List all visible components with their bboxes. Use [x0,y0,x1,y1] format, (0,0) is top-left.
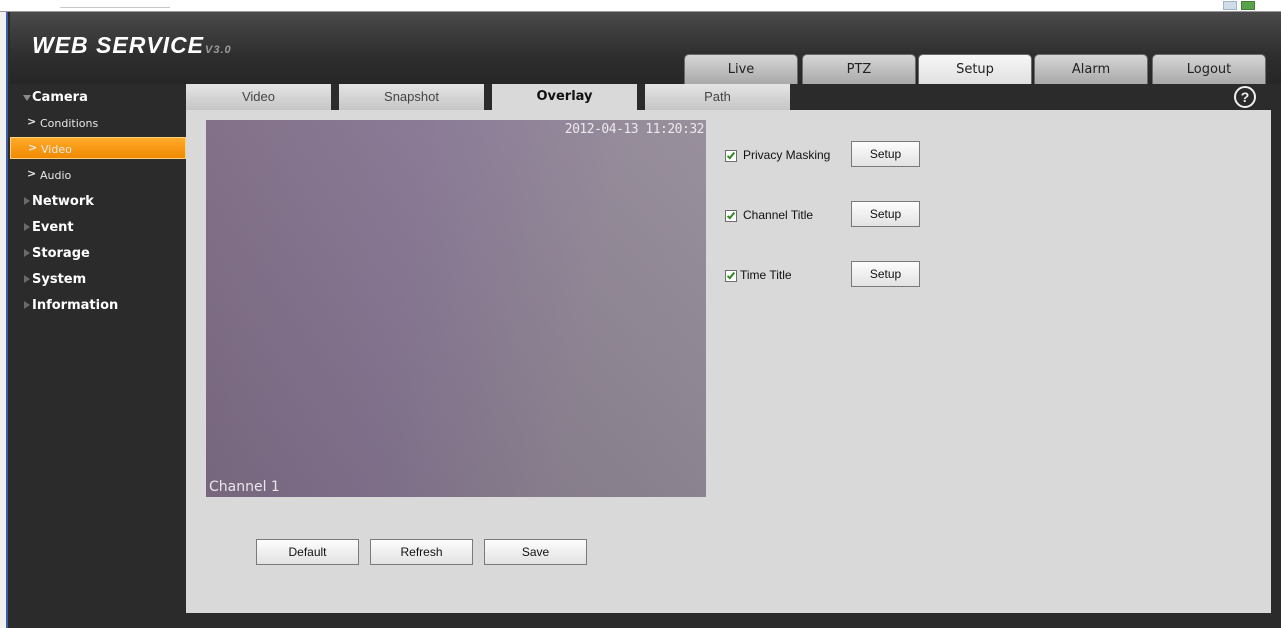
sidebar-item-storage[interactable]: Storage [10,242,186,264]
preview-image [206,120,706,497]
sidebar-item-label: Conditions [40,117,99,130]
sidebar-item-label: Storage [32,246,90,261]
sidebar-item-event[interactable]: Event [10,216,186,238]
chevron-right-icon: > [27,115,37,128]
preview-timestamp: 2012-04-13 11:20:32 [564,122,705,137]
privacy-masking-setup-button[interactable]: Setup [851,141,920,167]
sidebar-item-label: Camera [32,90,88,105]
sidebar-item-conditions[interactable]: > Conditions [10,112,186,134]
subtab-video[interactable]: Video [186,84,331,110]
channel-title-setup-button[interactable]: Setup [851,201,920,227]
browser-status-icon[interactable] [1241,1,1255,10]
sidebar-item-camera[interactable]: Camera [10,86,186,108]
privacy-masking-label: Privacy Masking [743,148,831,162]
privacy-masking-checkbox[interactable] [725,150,737,162]
app-version: V3.0 [205,44,232,56]
window-left-border [0,12,8,628]
refresh-button[interactable]: Refresh [370,539,473,565]
time-title-setup-button[interactable]: Setup [851,261,920,287]
time-title-checkbox[interactable] [725,270,737,282]
tab-logout[interactable]: Logout [1152,54,1266,84]
header: WEB SERVICEV3.0 Live PTZ Setup Alarm Log… [10,12,1281,84]
collapsed-arrow-icon [24,197,30,205]
check-icon [726,270,736,280]
save-button[interactable]: Save [484,539,587,565]
sidebar-item-label: Network [32,194,94,209]
sidebar-item-label: System [32,272,87,287]
sidebar-item-system[interactable]: System [10,268,186,290]
collapsed-arrow-icon [24,275,30,283]
video-preview[interactable]: 2012-04-13 11:20:32 Channel 1 [206,120,706,497]
app-title: WEB SERVICE [32,32,205,58]
sidebar-item-video[interactable]: > Video [10,137,186,159]
sidebar-item-label: Information [32,298,119,313]
preview-channel-title: Channel 1 [209,479,280,495]
help-icon[interactable]: ? [1234,86,1256,108]
collapsed-arrow-icon [24,223,30,231]
check-icon [726,210,736,220]
collapsed-arrow-icon [24,249,30,257]
sidebar-item-label: Audio [40,169,72,182]
subtab-path[interactable]: Path [645,84,790,110]
collapsed-arrow-icon [24,301,30,309]
browser-window-icon[interactable] [1223,1,1237,10]
tab-ptz[interactable]: PTZ [802,54,916,84]
chevron-right-icon: > [28,141,38,154]
time-title-label: Time Title [740,268,792,282]
app-logo: WEB SERVICEV3.0 [32,32,232,59]
channel-title-label: Channel Title [743,208,814,222]
browser-toolbar-remnant [60,0,170,8]
app-window: WEB SERVICEV3.0 Live PTZ Setup Alarm Log… [0,0,1281,628]
tab-alarm[interactable]: Alarm [1034,54,1148,84]
sub-tab-bar: Video Snapshot Overlay Path ? [186,84,1271,110]
check-icon [726,150,736,160]
subtab-snapshot[interactable]: Snapshot [339,84,484,110]
content-panel: Video Snapshot Overlay Path ? 2012-04-13… [186,84,1271,613]
tab-live[interactable]: Live [684,54,798,84]
sidebar-item-information[interactable]: Information [10,294,186,316]
sidebar-item-label: Event [32,220,74,235]
expanded-arrow-icon [23,95,31,101]
browser-top-strip [0,0,1281,12]
subtab-overlay[interactable]: Overlay [492,84,637,110]
default-button[interactable]: Default [256,539,359,565]
sidebar-item-label: Video [41,143,72,156]
chevron-right-icon: > [27,167,37,180]
sidebar: Camera > Conditions > Video > Audio Netw… [10,84,186,628]
sidebar-item-network[interactable]: Network [10,190,186,212]
channel-title-checkbox[interactable] [725,210,737,222]
tab-setup[interactable]: Setup [918,54,1032,84]
sidebar-item-audio[interactable]: > Audio [10,164,186,186]
